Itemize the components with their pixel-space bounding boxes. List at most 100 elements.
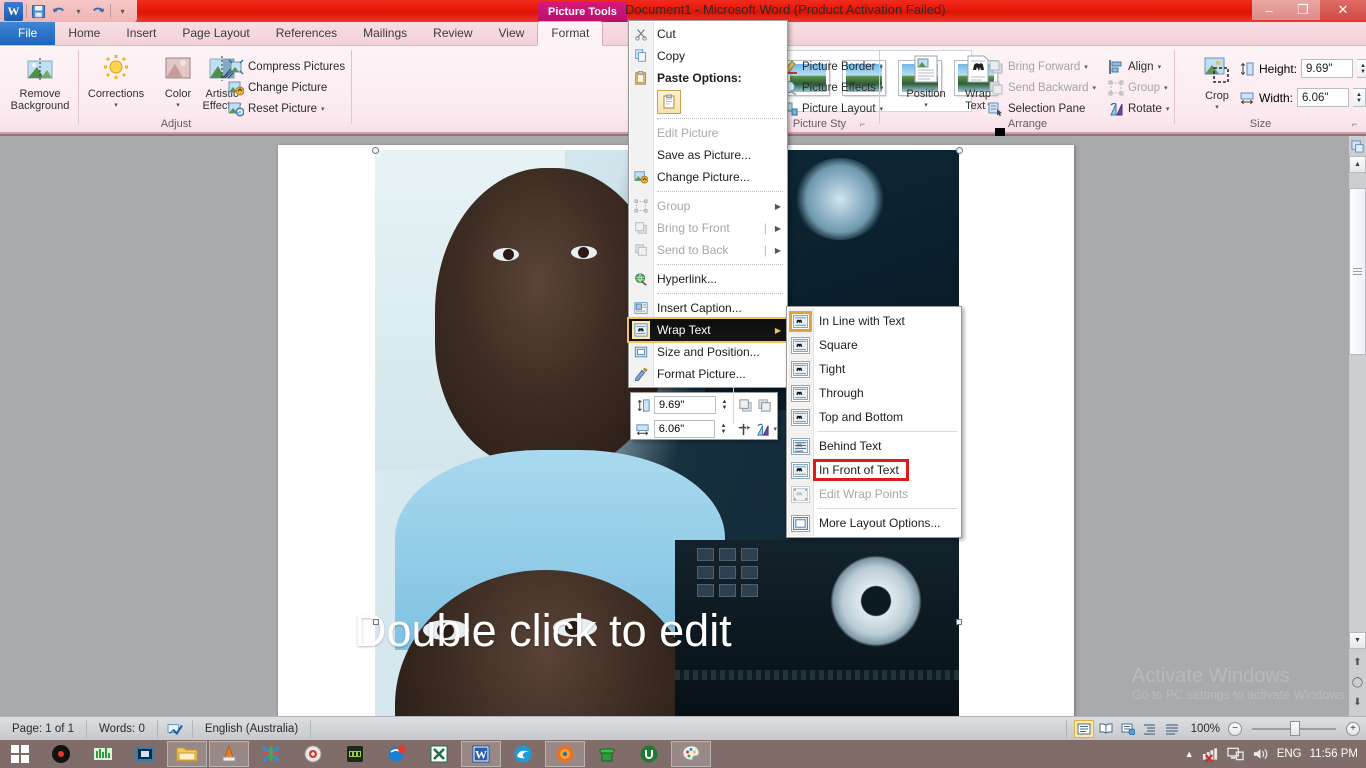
selection-handle-mid-right[interactable]	[956, 619, 962, 625]
context-menu-item-copy[interactable]: Copy	[629, 45, 787, 67]
chevron-down-icon[interactable]: ▾	[1166, 105, 1170, 113]
scrollbar-thumb[interactable]	[1349, 188, 1366, 355]
align-button[interactable]: Align ▾	[1108, 56, 1174, 77]
taskbar-file-explorer[interactable]	[167, 741, 207, 767]
position-icon[interactable]	[736, 421, 752, 437]
undo-dropdown-icon[interactable]: ▾	[70, 3, 87, 20]
tab-page-layout[interactable]: Page Layout	[169, 22, 262, 45]
context-menu-item-change-picture[interactable]: Change Picture...	[629, 166, 787, 188]
chevron-down-icon[interactable]: ▾	[924, 100, 928, 112]
volume-icon[interactable]	[1252, 746, 1269, 762]
remove-background-button[interactable]: Remove Background	[4, 48, 76, 112]
view-outline-button[interactable]	[1140, 720, 1160, 738]
zoom-in-button[interactable]: +	[1346, 721, 1360, 736]
height-stepper[interactable]: ▲ ▼	[1357, 59, 1366, 78]
wrap-option-tight[interactable]: Tight	[787, 357, 961, 381]
taskbar-paint[interactable]	[671, 741, 711, 767]
compress-pictures-button[interactable]: Compress Pictures	[228, 56, 352, 77]
mini-height-stepper[interactable]: ▲ ▼	[719, 396, 730, 414]
tab-review[interactable]: Review	[420, 22, 485, 45]
view-draft-button[interactable]	[1162, 720, 1182, 738]
vertical-scrollbar[interactable]: ▲ ▼ ⬆ ◯ ⬇	[1349, 136, 1366, 716]
wrap-option-in-front-of-text[interactable]: In Front of Text	[787, 458, 961, 482]
word-app-icon[interactable]: W	[4, 1, 23, 21]
scroll-up-button[interactable]: ▲	[1349, 156, 1366, 173]
picture-styles-dialog-launcher[interactable]: ⌐	[857, 118, 868, 129]
taskbar-excel[interactable]	[419, 741, 459, 767]
zoom-slider-thumb[interactable]	[1290, 721, 1300, 736]
minimize-button[interactable]: –	[1252, 0, 1286, 20]
wrap-option-top-and-bottom[interactable]: Top and Bottom	[787, 405, 961, 429]
selection-handle-top-left[interactable]	[372, 147, 379, 154]
mini-width-stepper[interactable]: ▲ ▼	[718, 420, 729, 438]
select-browse-object-top-icon[interactable]	[1349, 138, 1366, 155]
save-icon[interactable]	[30, 3, 47, 20]
context-menu-item-wrap-text[interactable]: Wrap Text ▶	[627, 317, 789, 343]
wrap-option-behind-text[interactable]: Behind Text	[787, 434, 961, 458]
tab-insert[interactable]: Insert	[113, 22, 169, 45]
picture-mini-toolbar[interactable]: 9.69" ▲ ▼ 6.06" ▲ ▼ ▾	[630, 386, 778, 440]
word-count[interactable]: Words: 0	[87, 719, 158, 738]
show-hidden-icons-button[interactable]: ▲	[1185, 749, 1194, 759]
selection-handle-mid-left[interactable]	[373, 619, 379, 625]
tab-format[interactable]: Format	[537, 21, 604, 46]
proofing-errors-icon[interactable]	[158, 719, 193, 738]
taskbar-chat-app[interactable]	[377, 741, 417, 767]
rotate-button[interactable]: Rotate ▾	[1108, 98, 1174, 119]
width-stepper[interactable]: ▲ ▼	[1353, 88, 1366, 107]
maximize-button[interactable]: ❐	[1286, 0, 1320, 20]
context-menu-item-size-and-position[interactable]: Size and Position...	[629, 341, 787, 363]
picture-layout-button[interactable]: Picture Layout ▾	[782, 98, 892, 119]
customize-qat-icon[interactable]: ▾	[114, 3, 131, 20]
chevron-down-icon[interactable]: ▾	[1215, 102, 1219, 114]
paste-keep-source-formatting-icon[interactable]	[657, 90, 681, 114]
width-input[interactable]: 6.06"	[1297, 88, 1350, 107]
bring-forward-icon[interactable]	[737, 397, 753, 413]
taskbar-utorrent[interactable]	[629, 741, 669, 767]
chevron-down-icon[interactable]: ▾	[114, 100, 118, 112]
taskbar-xampp[interactable]	[251, 741, 291, 767]
tab-mailings[interactable]: Mailings	[350, 22, 420, 45]
view-web-layout-button[interactable]	[1118, 720, 1138, 738]
size-dialog-launcher[interactable]: ⌐	[1349, 118, 1360, 129]
tab-view[interactable]: View	[486, 22, 538, 45]
zoom-slider[interactable]	[1242, 720, 1346, 738]
context-menu-item-cut[interactable]: Cut	[629, 23, 787, 45]
view-print-layout-button[interactable]	[1073, 719, 1094, 738]
page-indicator[interactable]: Page: 1 of 1	[0, 719, 88, 738]
change-picture-button[interactable]: Change Picture	[228, 77, 352, 98]
taskbar-audio-editor[interactable]	[83, 741, 123, 767]
wrap-option-in-line-with-text[interactable]: In Line with Text	[787, 309, 961, 333]
picture-context-menu[interactable]: Cut Copy Paste Options: Edit Picture Sav…	[627, 20, 789, 388]
tray-language[interactable]: ENG	[1277, 748, 1302, 760]
taskbar-firefox[interactable]	[545, 741, 585, 767]
context-menu-item-format-picture[interactable]: Format Picture...	[629, 363, 787, 385]
taskbar-game[interactable]	[587, 741, 627, 767]
zoom-level[interactable]: 100%	[1191, 723, 1220, 735]
chevron-down-icon[interactable]: ▾	[1158, 63, 1162, 71]
height-input[interactable]: 9.69"	[1301, 59, 1354, 78]
rotate-icon[interactable]	[755, 421, 771, 437]
taskbar-media-player[interactable]	[41, 741, 81, 767]
previous-page-button[interactable]: ⬆	[1349, 654, 1366, 671]
undo-icon[interactable]	[50, 3, 67, 20]
chevron-down-icon[interactable]: ▾	[176, 100, 180, 112]
taskbar-green-app[interactable]	[335, 741, 375, 767]
send-backward-icon[interactable]	[756, 397, 772, 413]
context-menu-item-insert-caption[interactable]: Insert Caption...	[629, 297, 787, 319]
scroll-down-button[interactable]: ▼	[1349, 632, 1366, 649]
view-full-screen-reading-button[interactable]	[1096, 720, 1116, 738]
tab-references[interactable]: References	[263, 22, 350, 45]
network-disconnected-icon[interactable]	[1202, 746, 1219, 762]
picture-border-button[interactable]: Picture Border ▾	[782, 56, 892, 77]
reset-picture-button[interactable]: Reset Picture ▾	[228, 98, 352, 119]
pc-settings-icon[interactable]	[1226, 746, 1244, 762]
wrap-text-submenu[interactable]: In Line with Text Square Tight Through T	[786, 306, 962, 538]
chevron-down-icon[interactable]: ▾	[321, 105, 325, 113]
taskbar-word[interactable]: W	[461, 741, 501, 767]
chevron-down-icon[interactable]: ▾	[774, 425, 778, 433]
selection-handle-top-right[interactable]	[956, 147, 963, 154]
tab-home[interactable]: Home	[55, 22, 113, 45]
taskbar-recording-app[interactable]	[293, 741, 333, 767]
tray-clock[interactable]: 11:56 PM	[1310, 748, 1358, 760]
